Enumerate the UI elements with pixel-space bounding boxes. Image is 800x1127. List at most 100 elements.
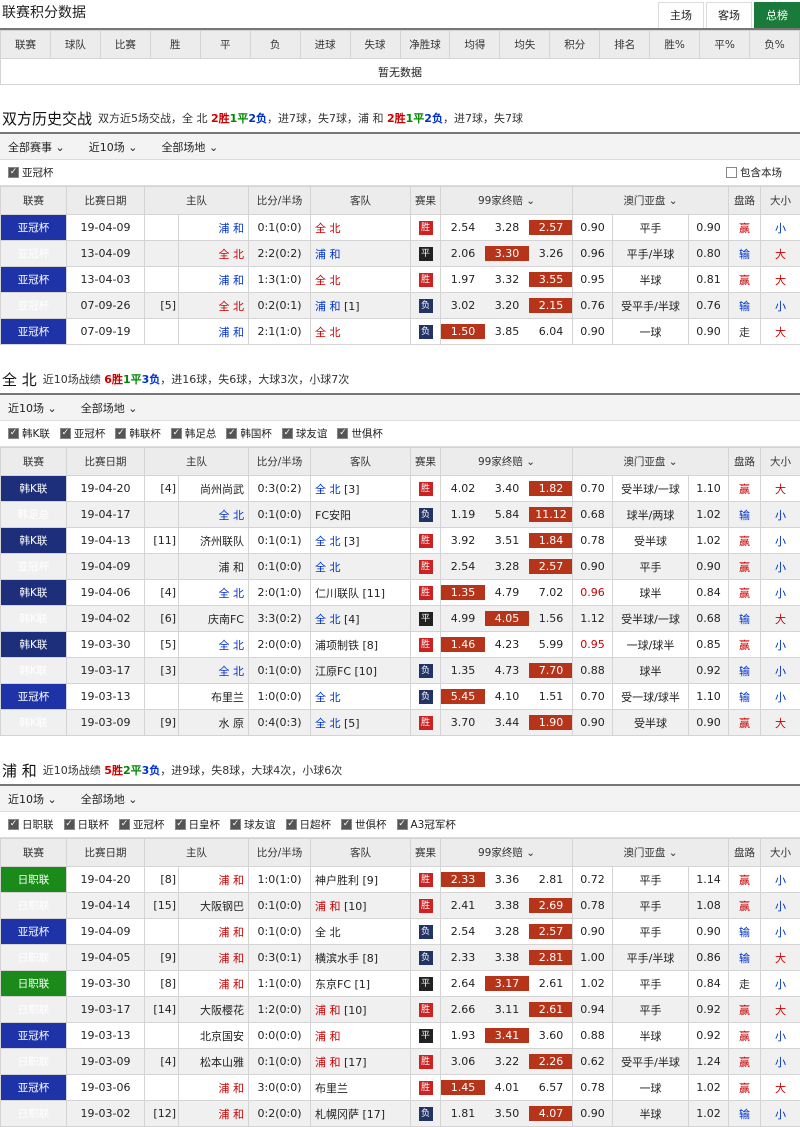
col-header-odds[interactable]: 99家终赔 ⌄ bbox=[441, 839, 573, 867]
away-team[interactable]: 浦 和 [1] bbox=[311, 293, 411, 319]
odds-cell[interactable]: 2.063.303.26 bbox=[441, 241, 573, 267]
away-team[interactable]: 全 北 [5] bbox=[311, 710, 411, 736]
odds-cell[interactable]: 1.195.8411.12 bbox=[441, 502, 573, 528]
filter-count[interactable]: 近10场 ⌄ bbox=[89, 139, 138, 155]
check-filter[interactable]: ✓亚冠杯 bbox=[60, 426, 106, 441]
home-team[interactable]: 浦 和 bbox=[179, 319, 249, 345]
odds-cell[interactable]: 2.643.172.61 bbox=[441, 971, 573, 997]
home-team[interactable]: 浦 和 bbox=[179, 1075, 249, 1101]
tab-away[interactable]: 客场 bbox=[706, 2, 752, 28]
odds-cell[interactable]: 3.923.511.84 bbox=[441, 528, 573, 554]
score[interactable]: 0:3(0:1) bbox=[249, 945, 311, 971]
away-team[interactable]: 浦 和 bbox=[311, 1023, 411, 1049]
col-header-asian[interactable]: 澳门亚盘 ⌄ bbox=[573, 187, 729, 215]
odds-cell[interactable]: 5.454.101.51 bbox=[441, 684, 573, 710]
score[interactable]: 3:0(0:0) bbox=[249, 1075, 311, 1101]
filter-venue[interactable]: 全部场地 ⌄ bbox=[161, 139, 218, 155]
odds-cell[interactable]: 2.413.382.69 bbox=[441, 893, 573, 919]
league-badge[interactable]: 韩K联 bbox=[1, 710, 67, 736]
home-team[interactable]: 浦 和 bbox=[179, 554, 249, 580]
league-badge[interactable]: 亚冠杯 bbox=[1, 267, 67, 293]
check-filter[interactable]: ✓韩联杯 bbox=[115, 426, 161, 441]
check-acl[interactable]: ✓亚冠杯 bbox=[8, 165, 54, 180]
away-team[interactable]: 全 北 bbox=[311, 684, 411, 710]
away-team[interactable]: 仁川联队 [11] bbox=[311, 580, 411, 606]
away-team[interactable]: 全 北 bbox=[311, 215, 411, 241]
score[interactable]: 1:0(0:0) bbox=[249, 684, 311, 710]
col-header-odds[interactable]: 99家终赔 ⌄ bbox=[441, 448, 573, 476]
score[interactable]: 0:1(0:0) bbox=[249, 893, 311, 919]
score[interactable]: 0:1(0:0) bbox=[249, 919, 311, 945]
check-filter[interactable]: ✓韩国杯 bbox=[226, 426, 272, 441]
score[interactable]: 2:0(1:0) bbox=[249, 580, 311, 606]
odds-cell[interactable]: 2.663.112.61 bbox=[441, 997, 573, 1023]
odds-cell[interactable]: 1.464.235.99 bbox=[441, 632, 573, 658]
away-team[interactable]: 全 北 bbox=[311, 319, 411, 345]
league-badge[interactable]: 亚冠杯 bbox=[1, 919, 67, 945]
home-team[interactable]: 全 北 bbox=[179, 658, 249, 684]
score[interactable]: 0:1(0:0) bbox=[249, 502, 311, 528]
league-badge[interactable]: 亚冠杯 bbox=[1, 319, 67, 345]
league-badge[interactable]: 韩K联 bbox=[1, 528, 67, 554]
score[interactable]: 0:1(0:0) bbox=[249, 658, 311, 684]
away-team[interactable]: 全 北 [3] bbox=[311, 528, 411, 554]
tab-home[interactable]: 主场 bbox=[658, 2, 704, 28]
league-badge[interactable]: 韩K联 bbox=[1, 580, 67, 606]
odds-cell[interactable]: 1.973.323.55 bbox=[441, 267, 573, 293]
away-team[interactable]: 全 北 [3] bbox=[311, 476, 411, 502]
score[interactable]: 2:0(0:0) bbox=[249, 632, 311, 658]
away-team[interactable]: 布里兰 bbox=[311, 1075, 411, 1101]
filter-count[interactable]: 近10场 ⌄ bbox=[8, 791, 57, 807]
odds-cell[interactable]: 3.703.441.90 bbox=[441, 710, 573, 736]
away-team[interactable]: FC安阳 bbox=[311, 502, 411, 528]
home-team[interactable]: 浦 和 bbox=[179, 971, 249, 997]
score[interactable]: 0:4(0:3) bbox=[249, 710, 311, 736]
check-filter[interactable]: ✓世俱杯 bbox=[341, 817, 387, 832]
check-filter[interactable]: ✓球友谊 bbox=[282, 426, 328, 441]
odds-cell[interactable]: 2.543.282.57 bbox=[441, 919, 573, 945]
away-team[interactable]: 浦项制铁 [8] bbox=[311, 632, 411, 658]
home-team[interactable]: 全 北 bbox=[179, 580, 249, 606]
home-team[interactable]: 庆南FC bbox=[179, 606, 249, 632]
home-team[interactable]: 济州联队 bbox=[179, 528, 249, 554]
home-team[interactable]: 尚州尚武 bbox=[179, 476, 249, 502]
league-badge[interactable]: 亚冠杯 bbox=[1, 241, 67, 267]
away-team[interactable]: 江原FC [10] bbox=[311, 658, 411, 684]
home-team[interactable]: 全 北 bbox=[179, 502, 249, 528]
check-include-this[interactable]: 包含本场 bbox=[726, 165, 782, 180]
check-filter[interactable]: ✓A3冠军杯 bbox=[397, 817, 456, 832]
score[interactable]: 0:2(0:0) bbox=[249, 1101, 311, 1127]
filter-competition[interactable]: 全部赛事 ⌄ bbox=[8, 139, 65, 155]
away-team[interactable]: 浦 和 [17] bbox=[311, 1049, 411, 1075]
odds-cell[interactable]: 4.023.401.82 bbox=[441, 476, 573, 502]
score[interactable]: 2:2(0:2) bbox=[249, 241, 311, 267]
home-team[interactable]: 北京国安 bbox=[179, 1023, 249, 1049]
score[interactable]: 0:2(0:1) bbox=[249, 293, 311, 319]
check-filter[interactable]: ✓日职联 bbox=[8, 817, 54, 832]
score[interactable]: 0:0(0:0) bbox=[249, 1023, 311, 1049]
score[interactable]: 2:1(1:0) bbox=[249, 319, 311, 345]
league-badge[interactable]: 亚冠杯 bbox=[1, 1075, 67, 1101]
odds-cell[interactable]: 3.023.202.15 bbox=[441, 293, 573, 319]
league-badge[interactable]: 韩K联 bbox=[1, 606, 67, 632]
score[interactable]: 0:1(0:0) bbox=[249, 554, 311, 580]
col-header-asian[interactable]: 澳门亚盘 ⌄ bbox=[573, 448, 729, 476]
home-team[interactable]: 水 原 bbox=[179, 710, 249, 736]
score[interactable]: 1:3(1:0) bbox=[249, 267, 311, 293]
score[interactable]: 1:0(1:0) bbox=[249, 867, 311, 893]
score[interactable]: 0:1(0:0) bbox=[249, 1049, 311, 1075]
score[interactable]: 1:1(0:0) bbox=[249, 971, 311, 997]
home-team[interactable]: 全 北 bbox=[179, 632, 249, 658]
col-header-odds[interactable]: 99家终赔 ⌄ bbox=[441, 187, 573, 215]
check-filter[interactable]: ✓日联杯 bbox=[64, 817, 110, 832]
home-team[interactable]: 全 北 bbox=[179, 241, 249, 267]
home-team[interactable]: 全 北 bbox=[179, 293, 249, 319]
league-badge[interactable]: 韩K联 bbox=[1, 658, 67, 684]
league-badge[interactable]: 日职联 bbox=[1, 971, 67, 997]
away-team[interactable]: 横滨水手 [8] bbox=[311, 945, 411, 971]
away-team[interactable]: 全 北 bbox=[311, 554, 411, 580]
odds-cell[interactable]: 1.354.737.70 bbox=[441, 658, 573, 684]
check-filter[interactable]: ✓日超杯 bbox=[286, 817, 332, 832]
league-badge[interactable]: 日职联 bbox=[1, 893, 67, 919]
odds-cell[interactable]: 2.333.362.81 bbox=[441, 867, 573, 893]
